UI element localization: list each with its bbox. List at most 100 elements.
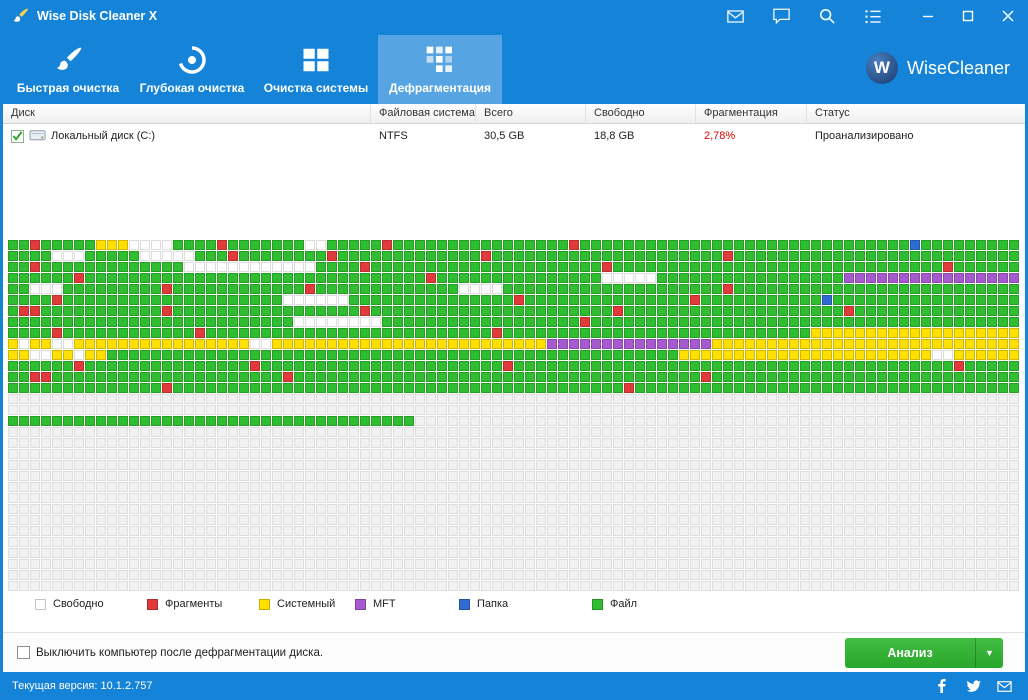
block-cell	[371, 339, 381, 349]
block-cell	[294, 284, 304, 294]
block-cell	[1009, 416, 1019, 426]
shutdown-option[interactable]: Выключить компьютер после дефрагментации…	[17, 646, 323, 659]
block-cell	[833, 570, 843, 580]
block-cell	[426, 240, 436, 250]
block-cell	[41, 515, 51, 525]
analyze-dropdown-arrow[interactable]: ▼	[975, 637, 1003, 668]
block-cell	[536, 460, 546, 470]
block-cell	[547, 372, 557, 382]
block-cell	[8, 570, 18, 580]
block-cell	[723, 449, 733, 459]
block-cell	[679, 405, 689, 415]
block-cell	[569, 482, 579, 492]
block-cell	[184, 416, 194, 426]
block-cell	[866, 570, 876, 580]
block-cell	[569, 383, 579, 393]
shutdown-checkbox[interactable]	[17, 646, 30, 659]
block-cell	[767, 262, 777, 272]
table-row[interactable]: Локальный диск (C:) NTFS 30,5 GB 18,8 GB 2,7…	[3, 124, 1025, 148]
block-cell	[635, 306, 645, 316]
block-cell	[558, 471, 568, 481]
block-cell	[305, 383, 315, 393]
block-cell	[327, 471, 337, 481]
block-cell	[184, 460, 194, 470]
tab-deep-clean[interactable]: Глубокая очистка	[130, 35, 254, 104]
block-cell	[96, 405, 106, 415]
block-cell	[437, 295, 447, 305]
block-cell	[261, 449, 271, 459]
tab-system-clean[interactable]: Очистка системы	[254, 35, 378, 104]
block-cell	[756, 526, 766, 536]
block-cell	[63, 273, 73, 283]
block-cell	[789, 372, 799, 382]
block-cell	[228, 251, 238, 261]
block-cell	[74, 273, 84, 283]
block-cell	[536, 482, 546, 492]
block-cell	[96, 526, 106, 536]
block-cell	[679, 273, 689, 283]
block-cell	[107, 526, 117, 536]
block-cell	[844, 295, 854, 305]
block-cell	[426, 383, 436, 393]
block-cell	[349, 295, 359, 305]
block-cell	[459, 427, 469, 437]
email-icon[interactable]	[996, 678, 1012, 694]
block-cell	[723, 273, 733, 283]
maximize-button[interactable]	[948, 0, 988, 32]
column-header[interactable]: Свободно	[586, 104, 696, 123]
column-header[interactable]: Статус	[807, 104, 1025, 123]
close-button[interactable]	[988, 0, 1028, 32]
block-cell	[206, 471, 216, 481]
block-cell	[657, 328, 667, 338]
block-cell	[976, 361, 986, 371]
column-header[interactable]: Фрагментация	[696, 104, 807, 123]
block-cell	[261, 383, 271, 393]
block-cell	[85, 394, 95, 404]
block-cell	[569, 339, 579, 349]
block-cell	[393, 460, 403, 470]
tab-quick-clean[interactable]: Быстрая очистка	[6, 35, 130, 104]
column-header[interactable]: Всего	[476, 104, 586, 123]
twitter-icon[interactable]	[965, 678, 981, 694]
block-cell	[448, 581, 458, 591]
search-icon[interactable]	[818, 7, 836, 25]
block-cell	[514, 570, 524, 580]
block-cell	[811, 559, 821, 569]
block-cell	[503, 295, 513, 305]
block-cell	[976, 438, 986, 448]
block-cell	[283, 515, 293, 525]
block-cell	[41, 482, 51, 492]
block-cell	[173, 460, 183, 470]
mail-icon[interactable]	[726, 7, 744, 25]
column-header[interactable]: Диск	[3, 104, 371, 123]
legend-item: Свободно	[35, 598, 147, 610]
legend-label: MFT	[373, 598, 396, 610]
analyze-button[interactable]: Анализ ▼	[845, 637, 1003, 668]
block-cell	[173, 251, 183, 261]
block-cell	[305, 394, 315, 404]
block-cell	[437, 383, 447, 393]
block-cell	[162, 405, 172, 415]
block-cell	[316, 339, 326, 349]
block-cell	[404, 251, 414, 261]
block-cell	[272, 372, 282, 382]
block-cell	[547, 460, 557, 470]
block-cell	[140, 570, 150, 580]
block-cell	[1009, 471, 1019, 481]
block-cell	[74, 405, 84, 415]
block-cell	[591, 559, 601, 569]
block-cell	[52, 493, 62, 503]
block-cell	[316, 350, 326, 360]
block-cell	[338, 339, 348, 349]
minimize-button[interactable]	[908, 0, 948, 32]
block-cell	[932, 537, 942, 547]
tab-defrag[interactable]: Дефрагментация	[378, 35, 502, 104]
disk-checkbox[interactable]	[11, 129, 24, 143]
block-cell	[712, 427, 722, 437]
news-list-icon[interactable]	[864, 7, 882, 25]
feedback-icon[interactable]	[772, 7, 790, 25]
block-cell	[910, 317, 920, 327]
block-cell	[591, 460, 601, 470]
column-header[interactable]: Файловая система	[371, 104, 476, 123]
facebook-icon[interactable]	[934, 678, 950, 694]
